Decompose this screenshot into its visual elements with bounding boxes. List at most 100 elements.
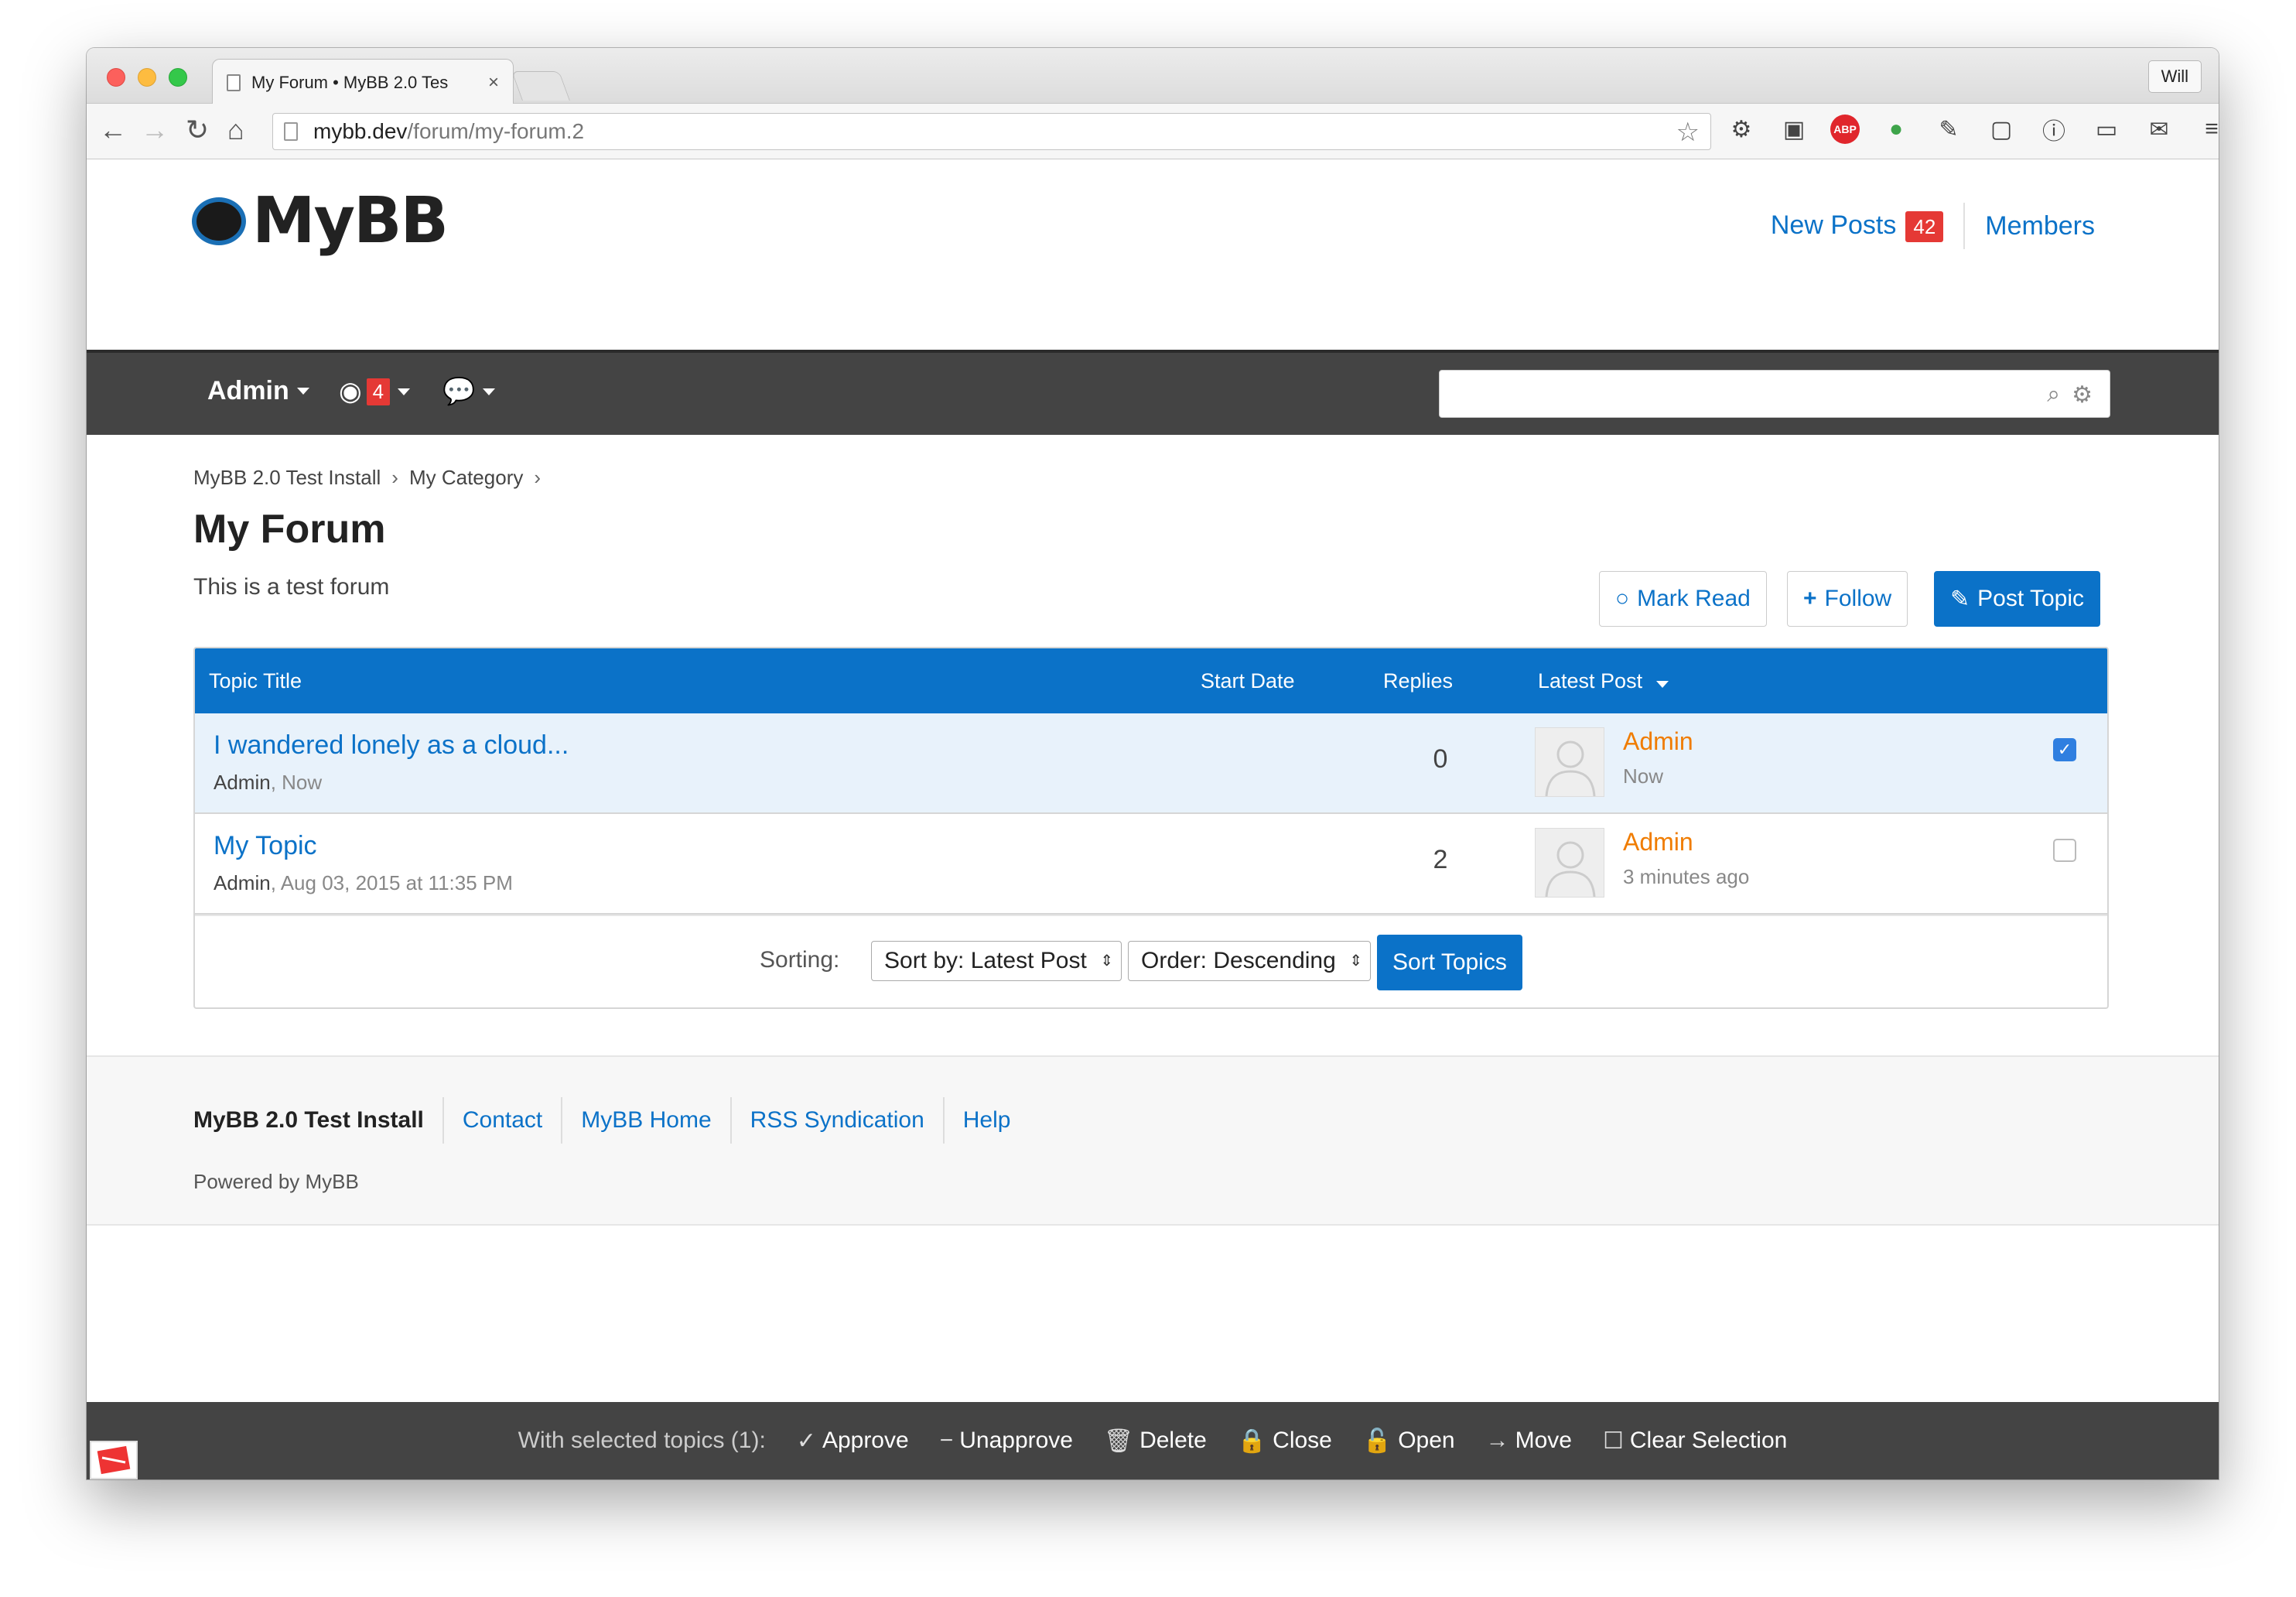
admin-menu[interactable]: Admin <box>207 376 309 406</box>
topic-select-checkbox[interactable] <box>2053 839 2076 862</box>
breadcrumb: MyBB 2.0 Test Install › My Category › <box>193 466 541 490</box>
eyedropper-icon[interactable]: ✎ <box>1932 113 1965 145</box>
table-row[interactable]: My Topic Admin, Aug 03, 2015 at 11:35 PM… <box>195 814 2107 915</box>
site-footer: MyBB 2.0 Test Install Contact MyBB Home … <box>87 1055 2219 1226</box>
footer-link-contact[interactable]: Contact <box>463 1107 542 1134</box>
tab-close-icon[interactable]: × <box>488 72 499 94</box>
site-logo[interactable]: MyBB <box>192 184 449 258</box>
latest-post-user[interactable]: Admin <box>1623 727 1693 756</box>
topic-select-checkbox[interactable]: ✓ <box>2053 738 2076 761</box>
settings-gear-icon[interactable]: ⚙ <box>1725 113 1758 145</box>
unapprove-button[interactable]: − Unapprove <box>940 1428 1073 1454</box>
breadcrumb-item-home[interactable]: MyBB 2.0 Test Install <box>193 466 381 490</box>
logo-bubble-icon <box>192 197 246 245</box>
chevron-down-icon <box>296 388 309 395</box>
check-icon: ✓ <box>796 1428 816 1454</box>
approve-button[interactable]: ✓ Approve <box>797 1428 909 1455</box>
bookmark-star-icon[interactable]: ☆ <box>1676 117 1700 148</box>
forward-icon[interactable]: → <box>141 115 169 145</box>
topic-link[interactable]: I wandered lonely as a cloud... <box>214 730 569 761</box>
select-arrows-icon: ⇕ <box>1100 952 1113 969</box>
zoom-window-button[interactable] <box>169 68 187 87</box>
new-tab-button[interactable] <box>511 71 570 101</box>
reload-icon[interactable]: ↻ <box>186 115 209 145</box>
new-posts-label: New Posts <box>1770 210 1897 240</box>
topic-meta: Admin, Now <box>214 771 323 794</box>
column-start-date[interactable]: Start Date <box>1201 669 1295 693</box>
leaf-icon[interactable]: ● <box>1880 113 1912 145</box>
sort-bar: Sorting: Sort by: Latest Post ⇕ Order: D… <box>195 915 2107 1007</box>
sort-topics-button[interactable]: Sort Topics <box>1377 935 1522 990</box>
topic-start: Now <box>282 771 323 794</box>
footer-link-rss[interactable]: RSS Syndication <box>750 1107 924 1134</box>
gear-icon[interactable]: ⚙ <box>2072 381 2093 409</box>
search-input[interactable]: ⌕ ⚙ <box>1439 370 2110 418</box>
screen-capture-icon[interactable]: ▢ <box>1985 113 2018 145</box>
reply-count: 2 <box>1433 845 1448 874</box>
avatar[interactable] <box>1535 727 1604 797</box>
checkbox-icon: ☐ <box>1602 1428 1624 1454</box>
topic-meta: Admin, Aug 03, 2015 at 11:35 PM <box>214 871 513 894</box>
footer-brand: MyBB 2.0 Test Install <box>193 1107 424 1133</box>
chat-bubbles-icon: 💬 <box>442 377 476 406</box>
footer-divider <box>442 1097 444 1144</box>
breadcrumb-item-category[interactable]: My Category <box>409 466 523 490</box>
avatar[interactable] <box>1535 828 1604 898</box>
close-window-button[interactable] <box>107 68 125 87</box>
cast-icon[interactable]: ▭ <box>2090 113 2123 145</box>
topic-author[interactable]: Admin <box>214 771 271 794</box>
info-icon[interactable]: ⓘ <box>2038 113 2070 145</box>
move-button[interactable]: → Move <box>1486 1428 1572 1454</box>
browser-tab[interactable]: My Forum • MyBB 2.0 Tes × <box>212 59 514 105</box>
topic-author[interactable]: Admin <box>214 871 271 894</box>
delete-button[interactable]: 🗑 Delete <box>1104 1428 1207 1455</box>
column-replies[interactable]: Replies <box>1383 669 1453 693</box>
notifications-menu[interactable]: ◉ 4 <box>339 376 411 407</box>
window-extension-icon[interactable]: ▣ <box>1778 113 1810 145</box>
clear-selection-button[interactable]: ☐ Clear Selection <box>1603 1428 1787 1455</box>
adblock-icon[interactable]: ABP <box>1830 115 1860 144</box>
follow-button[interactable]: + Follow <box>1787 571 1908 627</box>
footer-link-mybb-home[interactable]: MyBB Home <box>581 1107 711 1134</box>
topic-link[interactable]: My Topic <box>214 831 317 861</box>
url-host: mybb.dev <box>313 119 408 143</box>
moderation-bar: With selected topics (1): ✓ Approve − Unap… <box>87 1402 2219 1479</box>
red-cube-icon <box>97 1445 131 1475</box>
open-button[interactable]: 🔓 Open <box>1363 1428 1455 1455</box>
messages-menu[interactable]: 💬 <box>442 376 496 407</box>
move-label: Move <box>1515 1428 1572 1453</box>
sort-by-select[interactable]: Sort by: Latest Post ⇕ <box>871 941 1122 981</box>
sorting-label: Sorting: <box>760 947 840 973</box>
profile-button[interactable]: Will <box>2147 60 2202 93</box>
menu-icon[interactable]: ≡ <box>2195 113 2219 145</box>
post-topic-button[interactable]: ✎ Post Topic <box>1934 571 2100 627</box>
latest-post-label: Latest Post <box>1538 669 1643 692</box>
footer-divider <box>561 1097 563 1144</box>
edit-icon: ✎ <box>1950 586 1970 612</box>
corner-extension-icon[interactable] <box>90 1441 138 1479</box>
mark-read-button[interactable]: ○ Mark Read <box>1599 571 1767 627</box>
minimize-window-button[interactable] <box>138 68 156 87</box>
home-icon[interactable]: ⌂ <box>227 115 244 145</box>
new-posts-link[interactable]: New Posts 42 <box>1770 210 1944 242</box>
address-bar[interactable]: mybb.dev /forum/my-forum.2 ☆ <box>272 113 1711 150</box>
clear-selection-label: Clear Selection <box>1629 1428 1788 1453</box>
mail-icon[interactable]: ✉ <box>2143 113 2175 145</box>
extension-icons: ⚙ ▣ ABP ● ✎ ▢ ⓘ ▭ ✉ ≡ <box>1725 113 2219 145</box>
breadcrumb-separator: › <box>391 466 398 489</box>
search-icon[interactable]: ⌕ <box>2047 381 2060 408</box>
members-link[interactable]: Members <box>1985 211 2095 241</box>
column-latest-post[interactable]: Latest Post <box>1538 669 1669 693</box>
order-select[interactable]: Order: Descending ⇕ <box>1128 941 1371 981</box>
open-label: Open <box>1398 1428 1455 1453</box>
footer-link-help[interactable]: Help <box>963 1107 1011 1134</box>
unlock-icon: 🔓 <box>1362 1428 1392 1454</box>
table-row[interactable]: I wandered lonely as a cloud... Admin, N… <box>195 713 2107 814</box>
latest-post-user[interactable]: Admin <box>1623 828 1693 857</box>
browser-window: My Forum • MyBB 2.0 Tes × Will ← → ↻ ⌂ m… <box>87 48 2219 1479</box>
main-nav: Admin ◉ 4 💬 ⌕ ⚙ <box>87 350 2219 435</box>
column-topic-title[interactable]: Topic Title <box>209 669 302 693</box>
header-divider <box>1963 203 1966 249</box>
close-button[interactable]: 🔒 Close <box>1238 1428 1332 1455</box>
back-icon[interactable]: ← <box>99 115 127 145</box>
